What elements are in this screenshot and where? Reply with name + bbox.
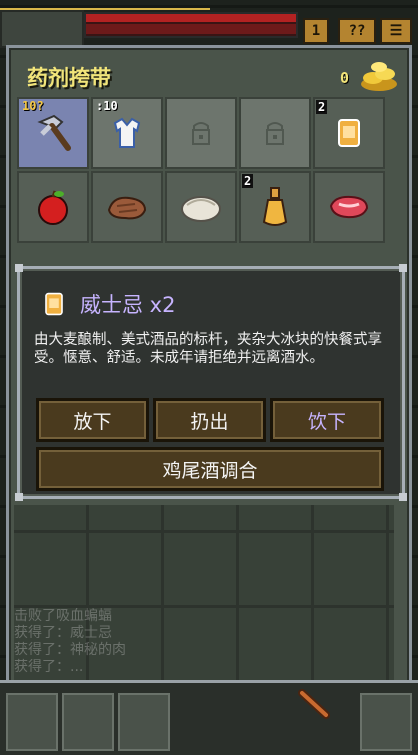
item-description: 由大麦酿制、美式酒品的标杆，夹杂大冰块的快餐式享受。惬意、舒适。未成年请拒绝并远…: [34, 332, 382, 366]
health-bar-shadow: [86, 24, 296, 34]
hero-portrait[interactable]: [0, 10, 84, 48]
item-info-popup: 威士忌 x2 由大麦酿制、美式酒品的标杆，夹杂大冰块的快餐式享受。惬意、舒适。未…: [15, 264, 407, 501]
log-line: 击败了吸血蝙蝠: [14, 608, 112, 624]
quickbar-slot[interactable]: [62, 693, 114, 751]
health-bar-fill: [86, 14, 296, 22]
quickbar: [0, 680, 418, 755]
menu-button[interactable]: ☰: [380, 18, 412, 44]
quickbar-slot[interactable]: [6, 693, 58, 751]
potion-bottle-icon: [262, 187, 288, 226]
whiskey-icon: [338, 119, 360, 147]
inventory-slot[interactable]: 2: [239, 171, 311, 243]
inventory-slot[interactable]: [239, 97, 311, 169]
log-line: 获得了：威士忌: [14, 625, 112, 641]
empty-slot-lock-icon: [192, 122, 210, 145]
empty-slot-lock-icon: [266, 122, 284, 145]
backpack-title: 药剂挎带: [27, 66, 111, 90]
inventory-slot[interactable]: [165, 97, 237, 169]
slot-badge: 2: [316, 100, 328, 114]
health-bar: [84, 12, 298, 38]
throw-button[interactable]: 扔出: [153, 398, 266, 442]
keys-button[interactable]: ??: [338, 18, 376, 44]
pasty-icon: [181, 196, 221, 222]
inventory-slot[interactable]: [313, 171, 385, 243]
shirt-icon: [113, 117, 141, 148]
inventory-slot[interactable]: [91, 171, 163, 243]
quickbar-slot[interactable]: [118, 693, 170, 751]
popup-title: 威士忌 x2: [80, 293, 176, 317]
pickaxe-icon: [37, 114, 71, 151]
slot-badge: :10: [96, 99, 118, 113]
inventory-slot[interactable]: [165, 171, 237, 243]
log-line: 获得了：...: [14, 659, 84, 675]
drink-button[interactable]: 饮下: [270, 398, 384, 442]
meat-chunk-icon: [107, 196, 147, 220]
game-log: 击败了吸血蝙蝠 获得了：威士忌 获得了：神秘的肉 获得了：...: [14, 608, 126, 676]
gold-pile-icon: [361, 62, 397, 91]
log-line: 获得了：神秘的肉: [14, 642, 126, 658]
raw-steak-icon: [329, 195, 369, 219]
slot-badge: 10?: [22, 99, 44, 113]
apple-icon: [38, 190, 68, 225]
popup-corner: [399, 264, 407, 272]
inventory-slot[interactable]: [17, 171, 89, 243]
slot-badge: 2: [242, 174, 254, 188]
depth-button[interactable]: 1: [303, 18, 329, 44]
inventory-slot[interactable]: :10: [91, 97, 163, 169]
gold-count: 0: [339, 69, 349, 87]
drop-button[interactable]: 放下: [36, 398, 149, 442]
torch-icon[interactable]: [296, 685, 332, 721]
quickbar-slot[interactable]: [360, 693, 412, 751]
popup-corner: [399, 493, 407, 501]
cocktail-mix-button[interactable]: 鸡尾酒调合: [36, 447, 384, 491]
whiskey-icon: [45, 292, 63, 316]
inventory-slot[interactable]: 10?: [17, 97, 89, 169]
inventory-slot[interactable]: 2: [313, 97, 385, 169]
popup-corner: [15, 493, 23, 501]
popup-header: 威士忌 x2: [42, 289, 175, 319]
popup-corner: [15, 264, 23, 272]
inventory-grid: 10? :10 2 2: [16, 96, 386, 244]
